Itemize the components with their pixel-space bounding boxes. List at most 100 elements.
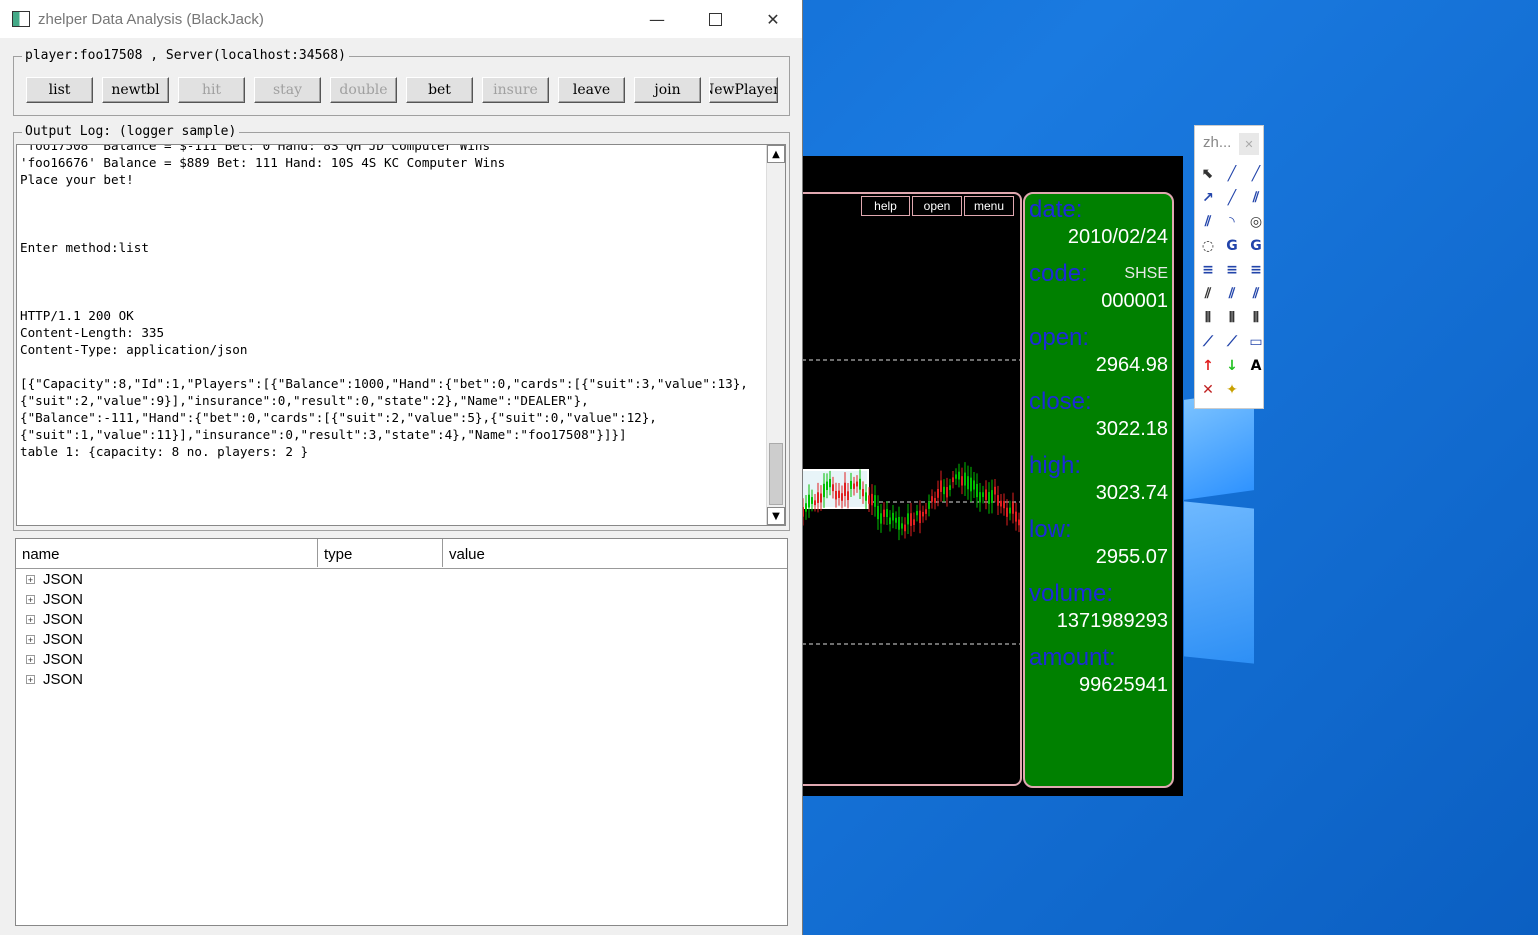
stock-chart-window: help open menu date: 2010/02/24 code: SH… [802,156,1183,796]
insure-button[interactable]: insure [482,77,549,103]
rectangle-icon[interactable]: ▭ [1246,332,1266,352]
pointer-icon[interactable]: ⬉ [1198,164,1218,184]
line-icon[interactable]: ╱ [1222,164,1242,184]
expand-icon[interactable]: + [26,594,35,604]
circle-icon[interactable]: ◎ [1246,212,1266,232]
tree-row[interactable]: + JSON [26,669,83,689]
leave-button[interactable]: leave [558,77,625,103]
open-button[interactable]: open [912,196,962,216]
candle-body [880,513,882,524]
output-log-textarea[interactable]: 'foo17508' Balance = $-111 Bet: 0 Hand: … [16,144,786,526]
close-icon[interactable]: ✕ [1239,133,1259,155]
candle-body [895,517,897,523]
candle-body [967,476,969,490]
close-button[interactable]: ✕ [744,0,802,38]
scroll-down-icon[interactable]: ▼ [767,507,785,525]
expand-icon[interactable]: + [26,634,35,644]
cycle-icon[interactable]: ◌ [1198,236,1218,256]
drawing-toolbox-window: zh... ✕ ⬉ ╱ ╱ ↗ ╱ ⫽ ⫽ ◝ ◎ ◌ G G ≡ ≡ ≡ ⫽ ⫽ ⫽ ⦀ ⦀ ⦀ ⟋ ⟋ ▭ ↑ ↓ A ✕ ✦ [1194,125,1264,409]
arrow-line-icon[interactable]: ↗ [1198,188,1218,208]
extended-line-icon[interactable]: ╱ [1222,188,1242,208]
expand-icon[interactable]: + [26,614,35,624]
join-button[interactable]: join [634,77,701,103]
tree-row[interactable]: + JSON [26,629,83,649]
down-arrow-icon[interactable]: ↓ [1222,356,1242,376]
tree-row-label: JSON [43,670,84,688]
low-value: 2955.07 [1095,546,1168,568]
expand-icon[interactable]: + [26,674,35,684]
json-tree-view[interactable]: name type value + JSON + JSON + JSON + JSON + JSO… [15,538,788,926]
settings-icon[interactable]: ✦ [1222,380,1242,400]
candle-body [823,483,825,498]
andrews-pitchfork-icon[interactable]: ⫽ [1198,284,1218,304]
menu-button[interactable]: menu [964,196,1014,216]
log-scrollbar[interactable]: ▲ ▼ [766,145,785,525]
high-value: 3023.74 [1095,482,1168,504]
vertical-lines-icon[interactable]: ⦀ [1198,308,1218,328]
minimize-button[interactable]: — [628,0,686,38]
maximize-icon [708,12,722,26]
tree-row[interactable]: + JSON [26,609,83,629]
bet-button[interactable]: bet [406,77,473,103]
candle-body [910,513,912,526]
candle-body [934,498,936,503]
fib-timezones-icon[interactable]: ≡ [1246,260,1266,280]
title-bar[interactable]: zhelper Data Analysis (BlackJack) — ✕ [0,0,802,38]
scroll-up-icon[interactable]: ▲ [767,145,785,163]
help-button[interactable]: help [861,196,910,216]
candle-body [937,489,939,498]
candle-body [955,474,957,479]
double-button[interactable]: double [330,77,397,103]
candle-body [832,484,834,492]
gann-fan-icon[interactable]: G [1222,236,1242,256]
maximize-button[interactable] [686,0,744,38]
column-header-type[interactable]: type [318,539,443,567]
arc-icon[interactable]: ◝ [1222,212,1242,232]
candle-body [874,495,876,507]
parallel-channel-icon[interactable]: ⫽ [1198,212,1218,232]
up-arrow-icon[interactable]: ↑ [1198,356,1218,376]
gann-angle-icon[interactable]: G [1246,236,1266,256]
fib-time-icon[interactable]: ⦀ [1246,308,1266,328]
candle-body [853,483,855,489]
newplayer-button[interactable]: NewPlayer [709,77,778,103]
text-icon[interactable]: A [1246,356,1266,376]
time-cycles-icon[interactable]: ⦀ [1222,308,1242,328]
fib-retracement-icon[interactable]: ≡ [1198,260,1218,280]
candle-body [814,500,816,506]
expand-icon[interactable]: + [26,654,35,664]
candle-body [913,519,915,525]
candle-body [805,503,807,512]
candle-body [811,497,813,504]
quote-info-panel: date: 2010/02/24 code: SHSE 000001 open:… [1023,192,1174,788]
code-label: code: [1029,260,1088,287]
gann-box-icon[interactable]: ⟋ [1222,332,1242,352]
column-header-name[interactable]: name [16,539,318,567]
newtbl-button[interactable]: newtbl [102,77,169,103]
column-header-value[interactable]: value [443,539,787,567]
scroll-thumb[interactable] [769,443,783,505]
candle-body [826,481,828,491]
fan-lines-icon[interactable]: ⟋ [1198,332,1218,352]
tree-row[interactable]: + JSON [26,589,83,609]
candle-body [1015,511,1017,522]
candle-body [922,511,924,517]
tree-row[interactable]: + JSON [26,569,83,589]
list-button[interactable]: list [26,77,93,103]
close-value: 3022.18 [1095,418,1168,440]
parallel-lines-icon[interactable]: ⫽ [1246,188,1266,208]
fib-extension-icon[interactable]: ≡ [1222,260,1242,280]
ray-icon[interactable]: ╱ [1246,164,1266,184]
stay-button[interactable]: stay [254,77,321,103]
chart-plot-area[interactable] [802,192,1022,786]
hit-button[interactable]: hit [178,77,245,103]
tree-row-label: JSON [43,610,84,628]
candle-body [919,510,921,524]
expand-icon[interactable]: + [26,574,35,584]
candle-body [865,492,867,501]
regression-channel-icon[interactable]: ⫽ [1246,284,1266,304]
tree-row[interactable]: + JSON [26,649,83,669]
volume-value: 1371989293 [1056,610,1168,632]
speed-resistance-icon[interactable]: ⫽ [1222,284,1242,304]
delete-icon[interactable]: ✕ [1198,380,1218,400]
